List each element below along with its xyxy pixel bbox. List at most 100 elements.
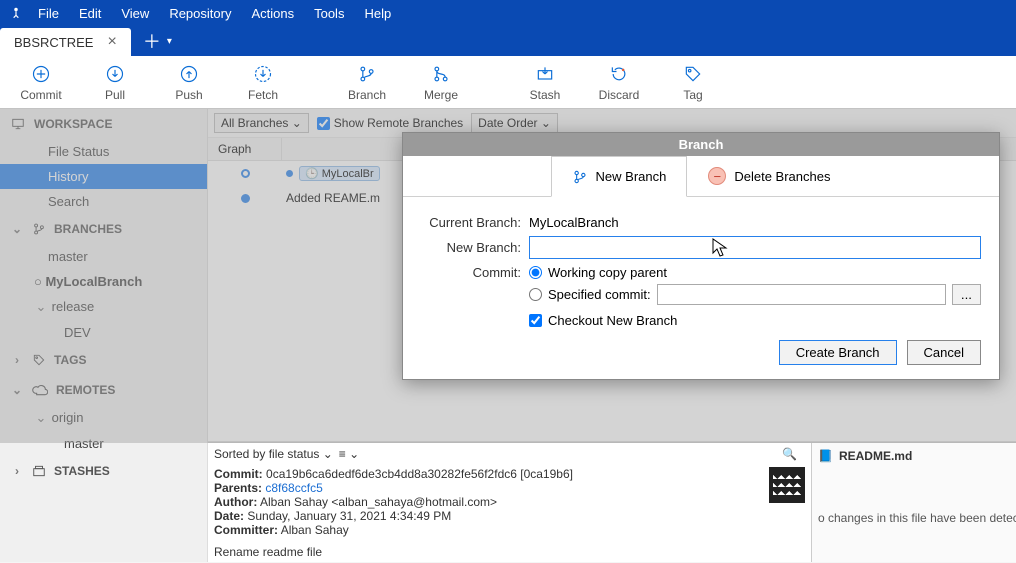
branch-icon: [572, 169, 588, 185]
dialog-tabs: New Branch − Delete Branches: [403, 156, 999, 197]
commit-label: Commit: [20, 88, 61, 102]
parents-label: Parents:: [214, 481, 262, 495]
commit-message: Rename readme file: [214, 545, 759, 559]
fetch-icon: [251, 62, 275, 86]
cancel-button[interactable]: Cancel: [907, 340, 981, 365]
parent-link[interactable]: c8f68ccfc5: [265, 481, 322, 495]
radio-input[interactable]: [529, 288, 542, 301]
file-name: README.md: [839, 449, 912, 463]
discard-icon: [607, 62, 631, 86]
menu-file[interactable]: File: [28, 2, 69, 25]
menu-actions[interactable]: Actions: [241, 2, 304, 25]
date-label: Date:: [214, 509, 244, 523]
menu-view[interactable]: View: [111, 2, 159, 25]
file-icon: 📘: [818, 449, 833, 463]
merge-label: Merge: [424, 88, 458, 102]
radio-input[interactable]: [529, 266, 542, 279]
close-tab-icon[interactable]: ×: [107, 33, 116, 51]
current-branch-label: Current Branch:: [421, 215, 521, 230]
checkbox-label: Checkout New Branch: [548, 313, 677, 328]
dialog-body: Current Branch: MyLocalBranch New Branch…: [403, 197, 999, 379]
menu-bar: File Edit View Repository Actions Tools …: [0, 0, 1016, 26]
stashes-label: STASHES: [54, 464, 110, 478]
branch-icon: [355, 62, 379, 86]
app-logo-icon: [4, 6, 28, 20]
toolbar: Commit Pull Push Fetch Branch Merge Stas…: [0, 56, 1016, 109]
menu-help[interactable]: Help: [354, 2, 401, 25]
commit-button[interactable]: Commit: [4, 62, 78, 102]
commit-row: Commit: Working copy parent Specified co…: [421, 265, 981, 328]
dialog-buttons: Create Branch Cancel: [421, 340, 981, 365]
committer-label: Committer:: [214, 523, 278, 537]
dialog-title: Branch: [403, 133, 999, 156]
menu-repository[interactable]: Repository: [159, 2, 241, 25]
fetch-label: Fetch: [248, 88, 278, 102]
push-icon: [177, 62, 201, 86]
checkout-checkbox[interactable]: Checkout New Branch: [529, 313, 981, 328]
commit-details: Sorted by file status ⌄ ≡ ⌄ 🔍 Commit: 0c…: [208, 443, 811, 562]
chevron-down-icon[interactable]: ▾: [167, 36, 172, 47]
minus-circle-icon: −: [708, 167, 726, 185]
details-panel: Sorted by file status ⌄ ≡ ⌄ 🔍 Commit: 0c…: [208, 442, 1016, 562]
radio-label: Specified commit:: [548, 287, 651, 302]
merge-icon: [429, 62, 453, 86]
radio-specified-commit[interactable]: Specified commit: ...: [529, 284, 981, 305]
radio-working-copy[interactable]: Working copy parent: [529, 265, 981, 280]
current-branch-row: Current Branch: MyLocalBranch: [421, 215, 981, 230]
repo-tab-label: BBSRCTREE: [14, 35, 93, 50]
repo-tab[interactable]: BBSRCTREE ×: [0, 28, 131, 56]
create-branch-button[interactable]: Create Branch: [779, 340, 897, 365]
tab-delete-branches[interactable]: − Delete Branches: [687, 156, 851, 196]
stash-button[interactable]: Stash: [508, 62, 582, 102]
tab-delete-label: Delete Branches: [734, 169, 830, 184]
checkbox-input[interactable]: [529, 314, 542, 327]
stash-label: Stash: [530, 88, 561, 102]
file-diff-panel: 📘 README.md o changes in this file have …: [811, 443, 1016, 562]
browse-commit-button[interactable]: ...: [952, 284, 981, 305]
details-sortbar: Sorted by file status ⌄ ≡ ⌄ 🔍: [214, 447, 805, 461]
new-tab-button[interactable]: ＋ ▾: [131, 26, 184, 56]
sort-dropdown[interactable]: Sorted by file status ⌄: [214, 447, 333, 461]
chevron-right-icon: ›: [10, 464, 24, 478]
commit-hash: 0ca19b6ca6dedf6de3cb4dd8a30282fe56f2fdc6…: [266, 467, 573, 481]
branch-dialog: Branch New Branch − Delete Branches Curr…: [402, 132, 1000, 380]
new-branch-label: New Branch:: [421, 240, 521, 255]
discard-label: Discard: [599, 88, 640, 102]
pull-button[interactable]: Pull: [78, 62, 152, 102]
specified-commit-input[interactable]: [657, 284, 946, 305]
date-value: Sunday, January 31, 2021 4:34:49 PM: [247, 509, 451, 523]
new-branch-input[interactable]: [529, 236, 981, 259]
tag-label: Tag: [683, 88, 702, 102]
diff-note: o changes in this file have been detecte…: [818, 511, 1010, 525]
author-value: Alban Sahay <alban_sahaya@hotmail.com>: [260, 495, 497, 509]
menu-edit[interactable]: Edit: [69, 2, 111, 25]
radio-label: Working copy parent: [548, 265, 667, 280]
pull-label: Pull: [105, 88, 125, 102]
commit-icon: [29, 62, 53, 86]
merge-button[interactable]: Merge: [404, 62, 478, 102]
branch-label: Branch: [348, 88, 386, 102]
pull-icon: [103, 62, 127, 86]
push-button[interactable]: Push: [152, 62, 226, 102]
stash-section-icon: [32, 464, 46, 478]
plus-icon: ＋: [143, 28, 161, 54]
dropdown-label: Sorted by file status: [214, 447, 319, 461]
discard-button[interactable]: Discard: [582, 62, 656, 102]
avatar: [769, 467, 805, 559]
committer-value: Alban Sahay: [281, 523, 349, 537]
search-icon[interactable]: 🔍: [774, 447, 805, 461]
tab-new-branch[interactable]: New Branch: [551, 156, 688, 197]
view-options-dropdown[interactable]: ≡ ⌄: [339, 447, 359, 461]
fetch-button[interactable]: Fetch: [226, 62, 300, 102]
new-branch-row: New Branch:: [421, 236, 981, 259]
tag-button[interactable]: Tag: [656, 62, 730, 102]
menu-tools[interactable]: Tools: [304, 2, 354, 25]
commit-label: Commit:: [214, 467, 263, 481]
push-label: Push: [175, 88, 202, 102]
branch-button[interactable]: Branch: [330, 62, 404, 102]
author-label: Author:: [214, 495, 257, 509]
stash-icon: [533, 62, 557, 86]
tag-icon: [681, 62, 705, 86]
stashes-section[interactable]: › STASHES: [0, 456, 207, 486]
current-branch-value: MyLocalBranch: [529, 215, 619, 230]
